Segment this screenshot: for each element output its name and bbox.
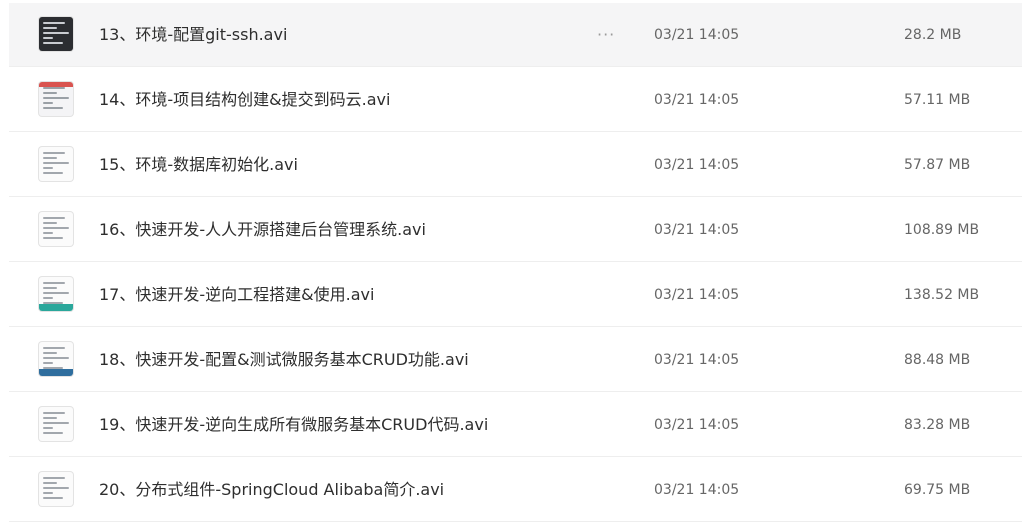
file-date: 03/21 14:05 [654,417,740,433]
file-size: 57.87 MB [904,157,971,173]
thumbnail-line [43,291,69,294]
file-date: 03/21 14:05 [654,27,740,43]
thumbnail-line [43,411,65,414]
file-row[interactable]: 16、快速开发-人人开源搭建后台管理系统.avi 03/21 14:05 108… [9,198,1022,262]
video-thumbnail [39,81,73,116]
file-date: 03/21 14:05 [654,92,740,108]
thumbnail-line [43,86,65,89]
video-thumbnail [39,146,73,181]
thumbnail-line [43,296,53,299]
file-list: 13、环境-配置git-ssh.avi ··· 03/21 14:05 28.2… [0,0,1022,525]
thumbnail-line [43,361,53,364]
file-size: 88.48 MB [904,352,971,368]
thumbnail-line [43,421,69,424]
thumbnail-line [43,286,57,289]
file-name[interactable]: 17、快速开发-逆向工程搭建&使用.avi [99,263,374,326]
thumbnail-line [43,41,63,44]
file-date: 03/21 14:05 [654,157,740,173]
file-size: 28.2 MB [904,27,962,43]
video-thumbnail [39,16,73,51]
file-date: 03/21 14:05 [654,352,740,368]
video-thumbnail [39,471,73,506]
file-date: 03/21 14:05 [654,287,740,303]
thumbnail-line [43,491,53,494]
file-name[interactable]: 19、快速开发-逆向生成所有微服务基本CRUD代码.avi [99,393,488,456]
thumbnail-line [43,226,69,229]
file-name[interactable]: 20、分布式组件-SpringCloud Alibaba简介.avi [99,458,444,521]
thumbnail-line [43,481,57,484]
file-size: 108.89 MB [904,222,980,238]
thumbnail-line [43,171,63,174]
thumbnail-line [43,346,65,349]
thumbnail-line [43,166,53,169]
file-name[interactable]: 14、环境-项目结构创建&提交到码云.avi [99,68,390,131]
video-thumbnail [39,341,73,376]
thumbnail-line [43,36,53,39]
file-name[interactable]: 13、环境-配置git-ssh.avi [99,3,287,66]
file-name[interactable]: 15、环境-数据库初始化.avi [99,133,298,196]
thumbnail-line [43,96,69,99]
file-row[interactable]: 15、环境-数据库初始化.avi 03/21 14:05 57.87 MB [9,133,1022,197]
thumbnail-line [43,426,53,429]
thumbnail-line [43,351,57,354]
file-name[interactable]: 18、快速开发-配置&测试微服务基本CRUD功能.avi [99,328,469,391]
video-thumbnail [39,211,73,246]
thumbnail-line [43,281,65,284]
file-size: 83.28 MB [904,417,971,433]
file-row[interactable]: 14、环境-项目结构创建&提交到码云.avi 03/21 14:05 57.11… [9,68,1022,132]
file-date: 03/21 14:05 [654,482,740,498]
thumbnail-band [39,81,73,87]
thumbnail-band [39,303,73,311]
thumbnail-line [43,416,57,419]
thumbnail-line [43,161,69,164]
file-row[interactable]: 13、环境-配置git-ssh.avi ··· 03/21 14:05 28.2… [9,3,1022,67]
thumbnail-band [39,368,73,376]
file-row[interactable]: 20、分布式组件-SpringCloud Alibaba简介.avi 03/21… [9,458,1022,522]
file-name[interactable]: 16、快速开发-人人开源搭建后台管理系统.avi [99,198,426,261]
thumbnail-line [43,476,65,479]
video-thumbnail [39,276,73,311]
file-row[interactable]: 19、快速开发-逆向生成所有微服务基本CRUD代码.avi 03/21 14:0… [9,393,1022,457]
thumbnail-line [43,231,53,234]
more-actions-icon[interactable]: ··· [597,3,615,66]
thumbnail-line [43,151,65,154]
thumbnail-line [43,21,65,24]
thumbnail-line [43,216,65,219]
thumbnail-line [43,26,57,29]
thumbnail-line [43,221,57,224]
thumbnail-line [43,301,63,304]
thumbnail-line [43,31,69,34]
thumbnail-line [43,91,57,94]
thumbnail-line [43,101,53,104]
thumbnail-line [43,431,63,434]
file-size: 69.75 MB [904,482,971,498]
thumbnail-line [43,486,69,489]
thumbnail-line [43,236,63,239]
file-size: 57.11 MB [904,92,971,108]
file-row[interactable]: 18、快速开发-配置&测试微服务基本CRUD功能.avi 03/21 14:05… [9,328,1022,392]
file-row[interactable]: 17、快速开发-逆向工程搭建&使用.avi 03/21 14:05 138.52… [9,263,1022,327]
thumbnail-line [43,356,69,359]
file-size: 138.52 MB [904,287,980,303]
thumbnail-line [43,106,63,109]
thumbnail-line [43,496,63,499]
thumbnail-line [43,366,63,369]
video-thumbnail [39,406,73,441]
thumbnail-line [43,156,57,159]
file-date: 03/21 14:05 [654,222,740,238]
